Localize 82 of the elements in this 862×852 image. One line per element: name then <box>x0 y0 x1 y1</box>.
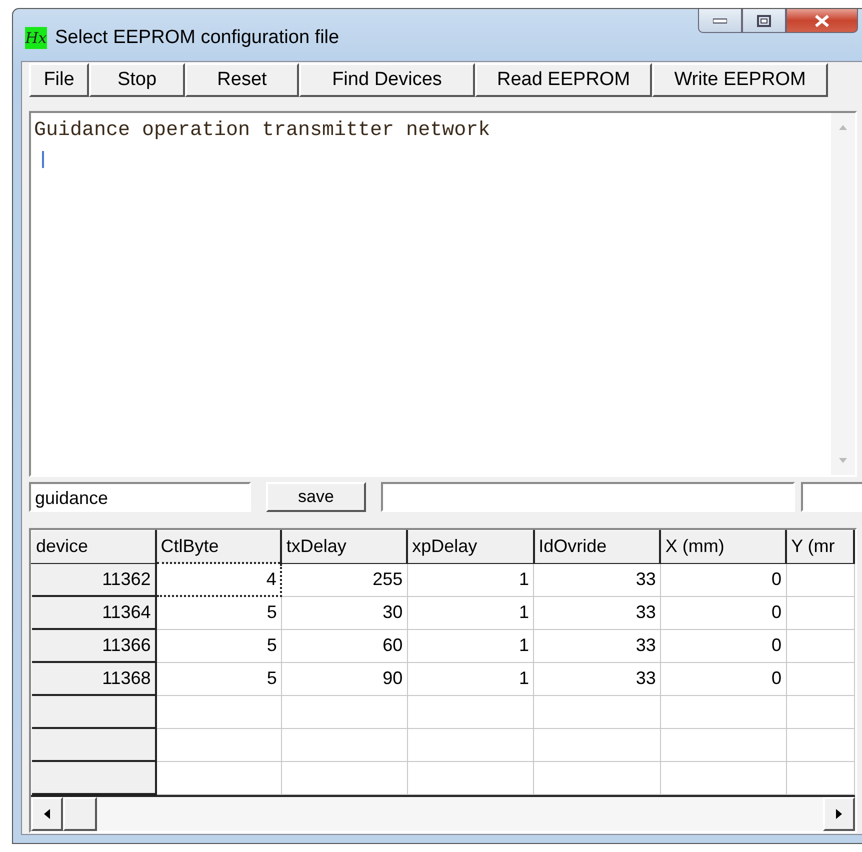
table-cell[interactable]: 1 <box>407 629 534 662</box>
toolbar-button[interactable]: Read EEPROM <box>475 63 652 97</box>
table-cell[interactable] <box>407 761 534 794</box>
table-cell[interactable]: 4 <box>156 563 282 596</box>
table-cell[interactable]: 11362 <box>32 563 156 596</box>
close-button[interactable] <box>786 9 858 33</box>
table-cell[interactable]: 90 <box>281 662 408 695</box>
table-cell[interactable] <box>407 695 534 728</box>
column-header[interactable]: device <box>32 530 156 563</box>
window-title: Select EEPROM configuration file <box>55 27 340 49</box>
table-cell[interactable]: 1 <box>407 563 534 596</box>
table-cell[interactable]: 5 <box>156 596 282 629</box>
save-button[interactable]: save <box>266 482 366 512</box>
toolbar-button[interactable]: Stop <box>89 63 185 97</box>
table-cell[interactable] <box>281 695 408 728</box>
maximize-button[interactable] <box>742 9 786 33</box>
table-cell[interactable]: 60 <box>281 629 408 662</box>
column-header[interactable]: IdOvride <box>534 530 660 563</box>
table-cell[interactable]: 33 <box>534 596 660 629</box>
table-cell[interactable] <box>534 695 660 728</box>
table-cell[interactable]: 0 <box>660 662 786 695</box>
toolbar-button[interactable]: Reset <box>185 63 299 97</box>
table-cell[interactable]: 33 <box>534 629 660 662</box>
table-cell[interactable]: 33 <box>534 662 660 695</box>
scroll-down-icon <box>838 457 848 465</box>
scroll-left-icon <box>43 808 51 820</box>
scrollbar-thumb[interactable] <box>63 797 97 831</box>
output-text: Guidance operation transmitter network <box>34 119 492 142</box>
table-cell[interactable]: 1 <box>407 596 534 629</box>
table-cell[interactable] <box>156 761 282 794</box>
column-header[interactable]: X (mm) <box>660 530 786 563</box>
input-field[interactable] <box>381 482 795 512</box>
table-cell[interactable] <box>786 563 854 596</box>
name-field[interactable]: guidance <box>29 482 251 512</box>
scroll-up-icon <box>838 123 848 131</box>
text-cursor <box>42 151 44 168</box>
table-cell[interactable]: 255 <box>281 563 408 596</box>
scroll-right-button[interactable] <box>823 797 855 831</box>
close-icon <box>813 14 831 28</box>
table-cell[interactable]: 5 <box>156 662 282 695</box>
table-cell[interactable] <box>786 629 854 662</box>
column-header[interactable]: Y (mr <box>786 530 854 563</box>
minimize-button[interactable] <box>698 9 742 33</box>
table-cell[interactable] <box>534 761 660 794</box>
table-cell[interactable]: 30 <box>281 596 408 629</box>
input-field[interactable] <box>801 482 862 512</box>
table-cell[interactable] <box>156 695 282 728</box>
toolbar-button[interactable]: Write EEPROM <box>652 63 828 97</box>
table-cell[interactable] <box>281 728 408 761</box>
table-cell[interactable]: 0 <box>660 596 786 629</box>
table-cell[interactable] <box>660 761 786 794</box>
table-cell[interactable] <box>786 596 854 629</box>
table-cell[interactable]: 11364 <box>32 596 156 629</box>
vertical-scrollbar[interactable] <box>831 113 855 475</box>
table-cell[interactable] <box>786 761 854 794</box>
table-cell[interactable]: 0 <box>660 629 786 662</box>
table-cell[interactable]: 1 <box>407 662 534 695</box>
table-cell[interactable]: 33 <box>534 563 660 596</box>
table-cell[interactable]: 11366 <box>32 629 156 662</box>
table-cell[interactable]: 0 <box>660 563 786 596</box>
table-cell[interactable] <box>660 695 786 728</box>
column-header[interactable]: xpDelay <box>407 530 534 563</box>
table-cell[interactable] <box>156 728 282 761</box>
toolbar-button[interactable]: File <box>29 63 89 97</box>
table-cell[interactable] <box>786 728 854 761</box>
table-cell[interactable] <box>660 728 786 761</box>
scroll-right-icon <box>835 808 843 820</box>
app-logo: Hx <box>25 27 47 49</box>
horizontal-scrollbar[interactable] <box>31 797 855 831</box>
column-header[interactable]: txDelay <box>281 530 408 563</box>
table-cell[interactable]: 5 <box>156 629 282 662</box>
toolbar-button[interactable]: Find Devices <box>299 63 475 97</box>
table-cell[interactable] <box>534 728 660 761</box>
maximize-icon <box>757 14 771 26</box>
table-cell[interactable] <box>281 761 408 794</box>
scroll-left-button[interactable] <box>31 797 63 831</box>
minimize-icon <box>713 18 727 24</box>
column-header[interactable]: CtlByte <box>156 530 282 563</box>
table-cell[interactable] <box>407 728 534 761</box>
table-cell[interactable] <box>786 695 854 728</box>
table-cell[interactable] <box>786 662 854 695</box>
table-cell[interactable]: 11368 <box>32 662 156 695</box>
